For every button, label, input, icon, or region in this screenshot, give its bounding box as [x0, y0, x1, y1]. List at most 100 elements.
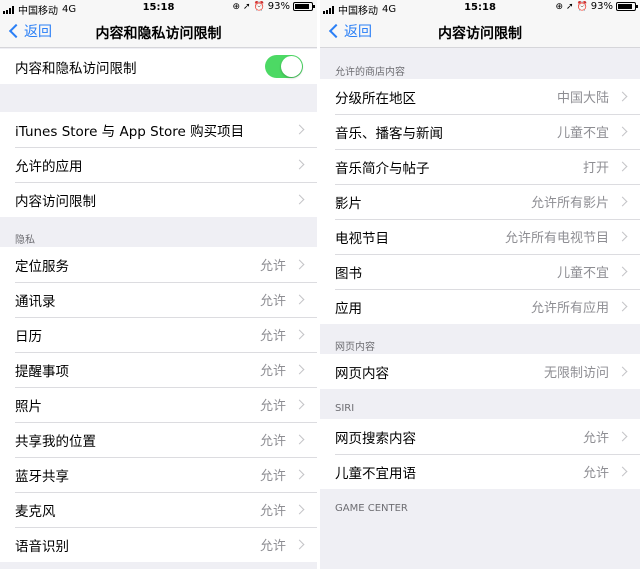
section-header-store: 允许的商店内容 [335, 67, 405, 78]
chevron-right-icon [617, 466, 628, 477]
privacy-item-calendar[interactable]: 日历 允许 [0, 317, 317, 352]
privacy-item-reminders[interactable]: 提醒事项 允许 [0, 352, 317, 387]
page-title: 内容访问限制 [438, 26, 522, 42]
item-value: 允许 [259, 294, 286, 309]
battery-percent: 93% [267, 1, 290, 12]
menu-item-content-restrictions[interactable]: 内容访问限制 [0, 182, 317, 217]
chevron-right-icon [617, 231, 628, 242]
battery-icon [293, 2, 315, 11]
chevron-right-icon [294, 159, 305, 170]
chevron-right-icon [294, 329, 305, 340]
rotation-lock-icon: ⊕ [555, 1, 563, 12]
privacy-item-share-location[interactable]: 共享我的位置 允许 [0, 422, 317, 457]
toggle-knob [281, 56, 302, 77]
location-icon: ➚ [243, 1, 251, 12]
item-label: 儿童不宜用语 [335, 465, 416, 482]
chevron-right-icon [294, 194, 305, 205]
privacy-item-photos[interactable]: 照片 允许 [0, 387, 317, 422]
chevron-right-icon [294, 469, 305, 480]
item-label: 影片 [335, 195, 362, 212]
item-value: 允许 [259, 364, 286, 379]
item-value: 中国大陆 [556, 91, 609, 106]
privacy-item-speech-recognition[interactable]: 语音识别 允许 [0, 527, 317, 562]
item-label: 分级所在地区 [335, 90, 416, 107]
privacy-item-contacts[interactable]: 通讯录 允许 [0, 282, 317, 317]
item-value: 允许 [259, 259, 286, 274]
item-value: 允许 [259, 399, 286, 414]
item-value: 允许 [582, 466, 609, 481]
store-content-group: 分级所在地区 中国大陆 音乐、播客与新闻 儿童不宜 音乐简介与帖子 打开 影片 … [320, 79, 640, 324]
restrictions-toggle[interactable] [265, 55, 303, 78]
item-label: 图书 [335, 265, 362, 282]
item-label: 麦克风 [15, 503, 56, 520]
chevron-right-icon [294, 539, 305, 550]
menu-item-label: iTunes Store 与 App Store 购买项目 [15, 123, 245, 140]
chevron-right-icon [617, 431, 628, 442]
menu-item-label: 内容访问限制 [15, 193, 96, 210]
toggle-label: 内容和隐私访问限制 [15, 60, 137, 77]
privacy-item-location[interactable]: 定位服务 允许 [0, 247, 317, 282]
chevron-right-icon [294, 504, 305, 515]
item-value: 允许 [259, 329, 286, 344]
item-label: 共享我的位置 [15, 433, 96, 450]
item-label: 网页内容 [335, 365, 389, 382]
item-label: 语音识别 [15, 538, 69, 555]
siri-group: 网页搜索内容 允许 儿童不宜用语 允许 [320, 419, 640, 489]
item-value: 允许所有电视节目 [504, 231, 609, 246]
item-label: 提醒事项 [15, 363, 69, 380]
navigation-bar: 返回 内容和隐私访问限制 [0, 16, 317, 48]
chevron-right-icon [617, 196, 628, 207]
chevron-right-icon [617, 366, 628, 377]
item-value: 儿童不宜 [556, 266, 609, 281]
siri-item-web-search[interactable]: 网页搜索内容 允许 [320, 419, 640, 454]
alarm-icon: ⏰ [253, 1, 265, 12]
right-screen: 中国移动 4G 15:18 ⊕ ➚ ⏰ 93% 返回 内容访问限制 允许的商店内… [320, 0, 640, 569]
item-value: 允许 [259, 469, 286, 484]
menu-item-store-purchases[interactable]: iTunes Store 与 App Store 购买项目 [0, 112, 317, 147]
chevron-right-icon [294, 364, 305, 375]
chevron-right-icon [294, 434, 305, 445]
store-item-movies[interactable]: 影片 允许所有影片 [320, 184, 640, 219]
menu-item-allowed-apps[interactable]: 允许的应用 [0, 147, 317, 182]
menu-item-label: 允许的应用 [15, 158, 83, 175]
left-screen: 中国移动 4G 15:18 ⊕ ➚ ⏰ 93% 返回 内容和隐私访问限制 内容和… [0, 0, 317, 569]
section-header-privacy: 隐私 [15, 235, 35, 246]
store-item-music-profiles[interactable]: 音乐简介与帖子 打开 [320, 149, 640, 184]
item-label: 音乐简介与帖子 [335, 160, 430, 177]
item-label: 应用 [335, 300, 362, 317]
chevron-right-icon [617, 91, 628, 102]
privacy-group: 定位服务 允许 通讯录 允许 日历 允许 提醒事项 允许 照片 允许 共享我的位… [0, 247, 317, 562]
status-bar: 中国移动 4G 15:18 ⊕ ➚ ⏰ 93% [320, 0, 640, 17]
section-header-game-center: GAME CENTER [335, 503, 408, 514]
store-item-books[interactable]: 图书 儿童不宜 [320, 254, 640, 289]
store-item-rating-region[interactable]: 分级所在地区 中国大陆 [320, 79, 640, 114]
store-item-tv-shows[interactable]: 电视节目 允许所有电视节目 [320, 219, 640, 254]
privacy-item-microphone[interactable]: 麦克风 允许 [0, 492, 317, 527]
chevron-right-icon [294, 399, 305, 410]
page-title: 内容和隐私访问限制 [95, 26, 222, 42]
privacy-item-bluetooth[interactable]: 蓝牙共享 允许 [0, 457, 317, 492]
section-header-web: 网页内容 [335, 342, 375, 353]
chevron-right-icon [294, 259, 305, 270]
item-label: 日历 [15, 328, 42, 345]
item-label: 通讯录 [15, 293, 56, 310]
item-value: 允许所有应用 [530, 301, 609, 316]
restrictions-toggle-group: 内容和隐私访问限制 [0, 49, 317, 84]
item-value: 允许 [259, 434, 286, 449]
menu-group: iTunes Store 与 App Store 购买项目 允许的应用 内容访问… [0, 112, 317, 217]
status-bar: 中国移动 4G 15:18 ⊕ ➚ ⏰ 93% [0, 0, 317, 17]
item-value: 允许 [582, 431, 609, 446]
item-value: 允许 [259, 504, 286, 519]
item-label: 电视节目 [335, 230, 389, 247]
store-item-music-podcasts-news[interactable]: 音乐、播客与新闻 儿童不宜 [320, 114, 640, 149]
chevron-right-icon [294, 294, 305, 305]
item-label: 音乐、播客与新闻 [335, 125, 443, 142]
web-item-web-content[interactable]: 网页内容 无限制访问 [320, 354, 640, 389]
siri-item-explicit-language[interactable]: 儿童不宜用语 允许 [320, 454, 640, 489]
store-item-apps[interactable]: 应用 允许所有应用 [320, 289, 640, 324]
item-value: 儿童不宜 [556, 126, 609, 141]
chevron-right-icon [617, 161, 628, 172]
battery-icon [616, 2, 638, 11]
restrictions-toggle-row: 内容和隐私访问限制 [0, 49, 317, 84]
location-icon: ➚ [566, 1, 574, 12]
